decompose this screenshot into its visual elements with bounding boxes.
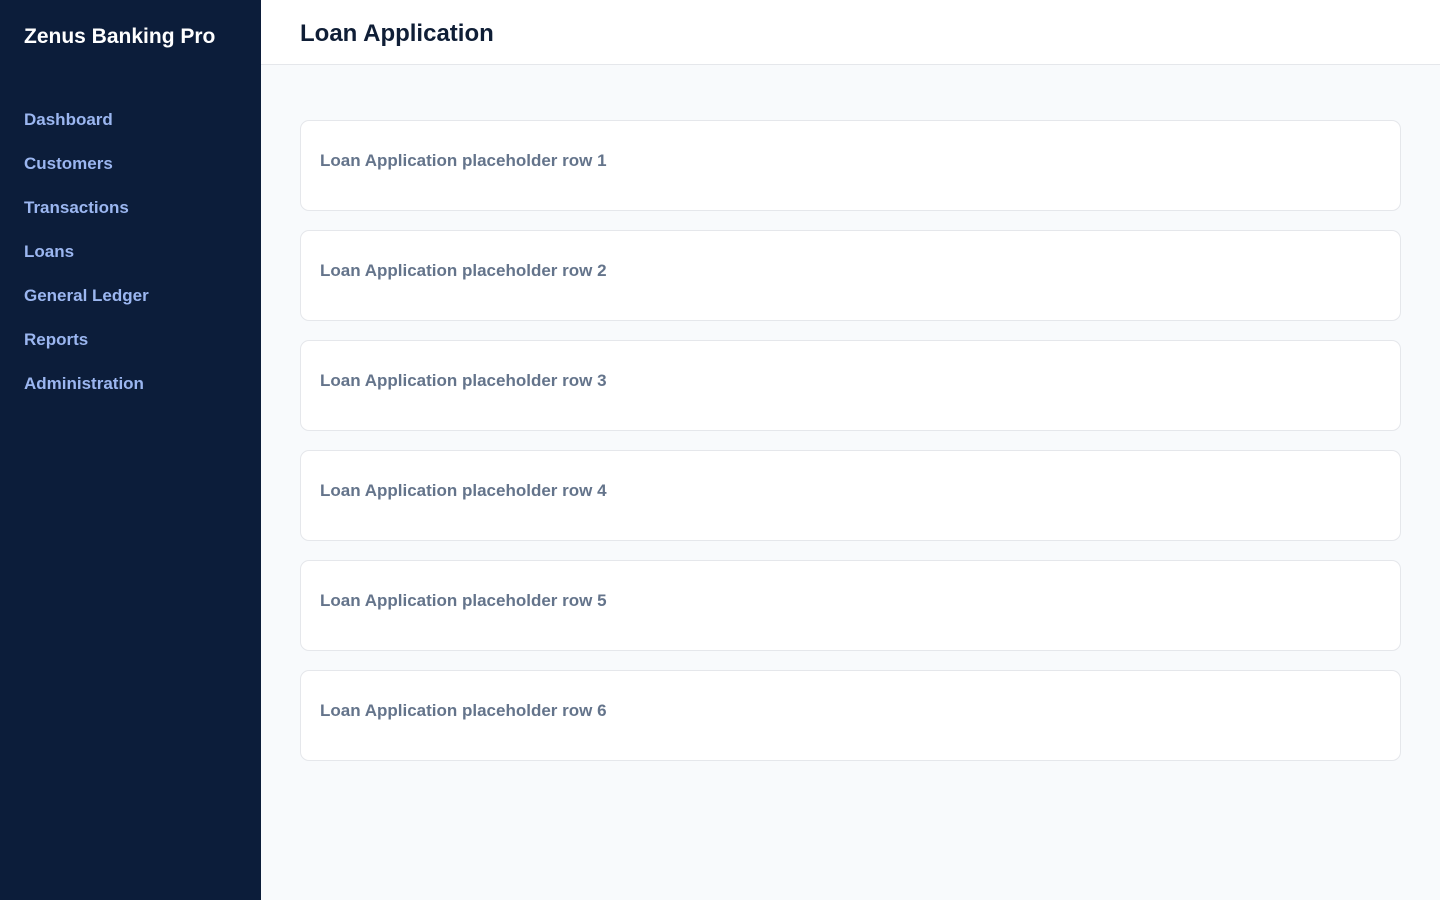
top-bar: Loan Application <box>261 0 1440 65</box>
app-root: Zenus Banking Pro Dashboard Customers Tr… <box>0 0 1440 900</box>
placeholder-row[interactable]: Loan Application placeholder row 4 <box>300 450 1401 541</box>
sidebar-item-dashboard[interactable]: Dashboard <box>0 98 261 142</box>
sidebar-item-transactions[interactable]: Transactions <box>0 186 261 230</box>
sidebar: Zenus Banking Pro Dashboard Customers Tr… <box>0 0 261 900</box>
sidebar-item-reports[interactable]: Reports <box>0 318 261 362</box>
placeholder-row[interactable]: Loan Application placeholder row 3 <box>300 340 1401 431</box>
placeholder-row-label: Loan Application placeholder row 2 <box>320 261 607 280</box>
page-title: Loan Application <box>300 20 494 47</box>
main-content: Loan Application placeholder row 1 Loan … <box>300 120 1401 780</box>
placeholder-row[interactable]: Loan Application placeholder row 5 <box>300 560 1401 651</box>
placeholder-row-label: Loan Application placeholder row 3 <box>320 371 607 390</box>
placeholder-row-label: Loan Application placeholder row 1 <box>320 151 607 170</box>
sidebar-item-general-ledger[interactable]: General Ledger <box>0 274 261 318</box>
sidebar-item-customers[interactable]: Customers <box>0 142 261 186</box>
sidebar-item-administration[interactable]: Administration <box>0 362 261 406</box>
sidebar-item-loans[interactable]: Loans <box>0 230 261 274</box>
placeholder-row-label: Loan Application placeholder row 6 <box>320 701 607 720</box>
placeholder-row[interactable]: Loan Application placeholder row 6 <box>300 670 1401 761</box>
placeholder-row-label: Loan Application placeholder row 5 <box>320 591 607 610</box>
placeholder-row[interactable]: Loan Application placeholder row 1 <box>300 120 1401 211</box>
placeholder-row[interactable]: Loan Application placeholder row 2 <box>300 230 1401 321</box>
brand-name: Zenus Banking Pro <box>24 25 216 48</box>
sidebar-nav: Dashboard Customers Transactions Loans G… <box>0 98 261 406</box>
placeholder-row-label: Loan Application placeholder row 4 <box>320 481 607 500</box>
